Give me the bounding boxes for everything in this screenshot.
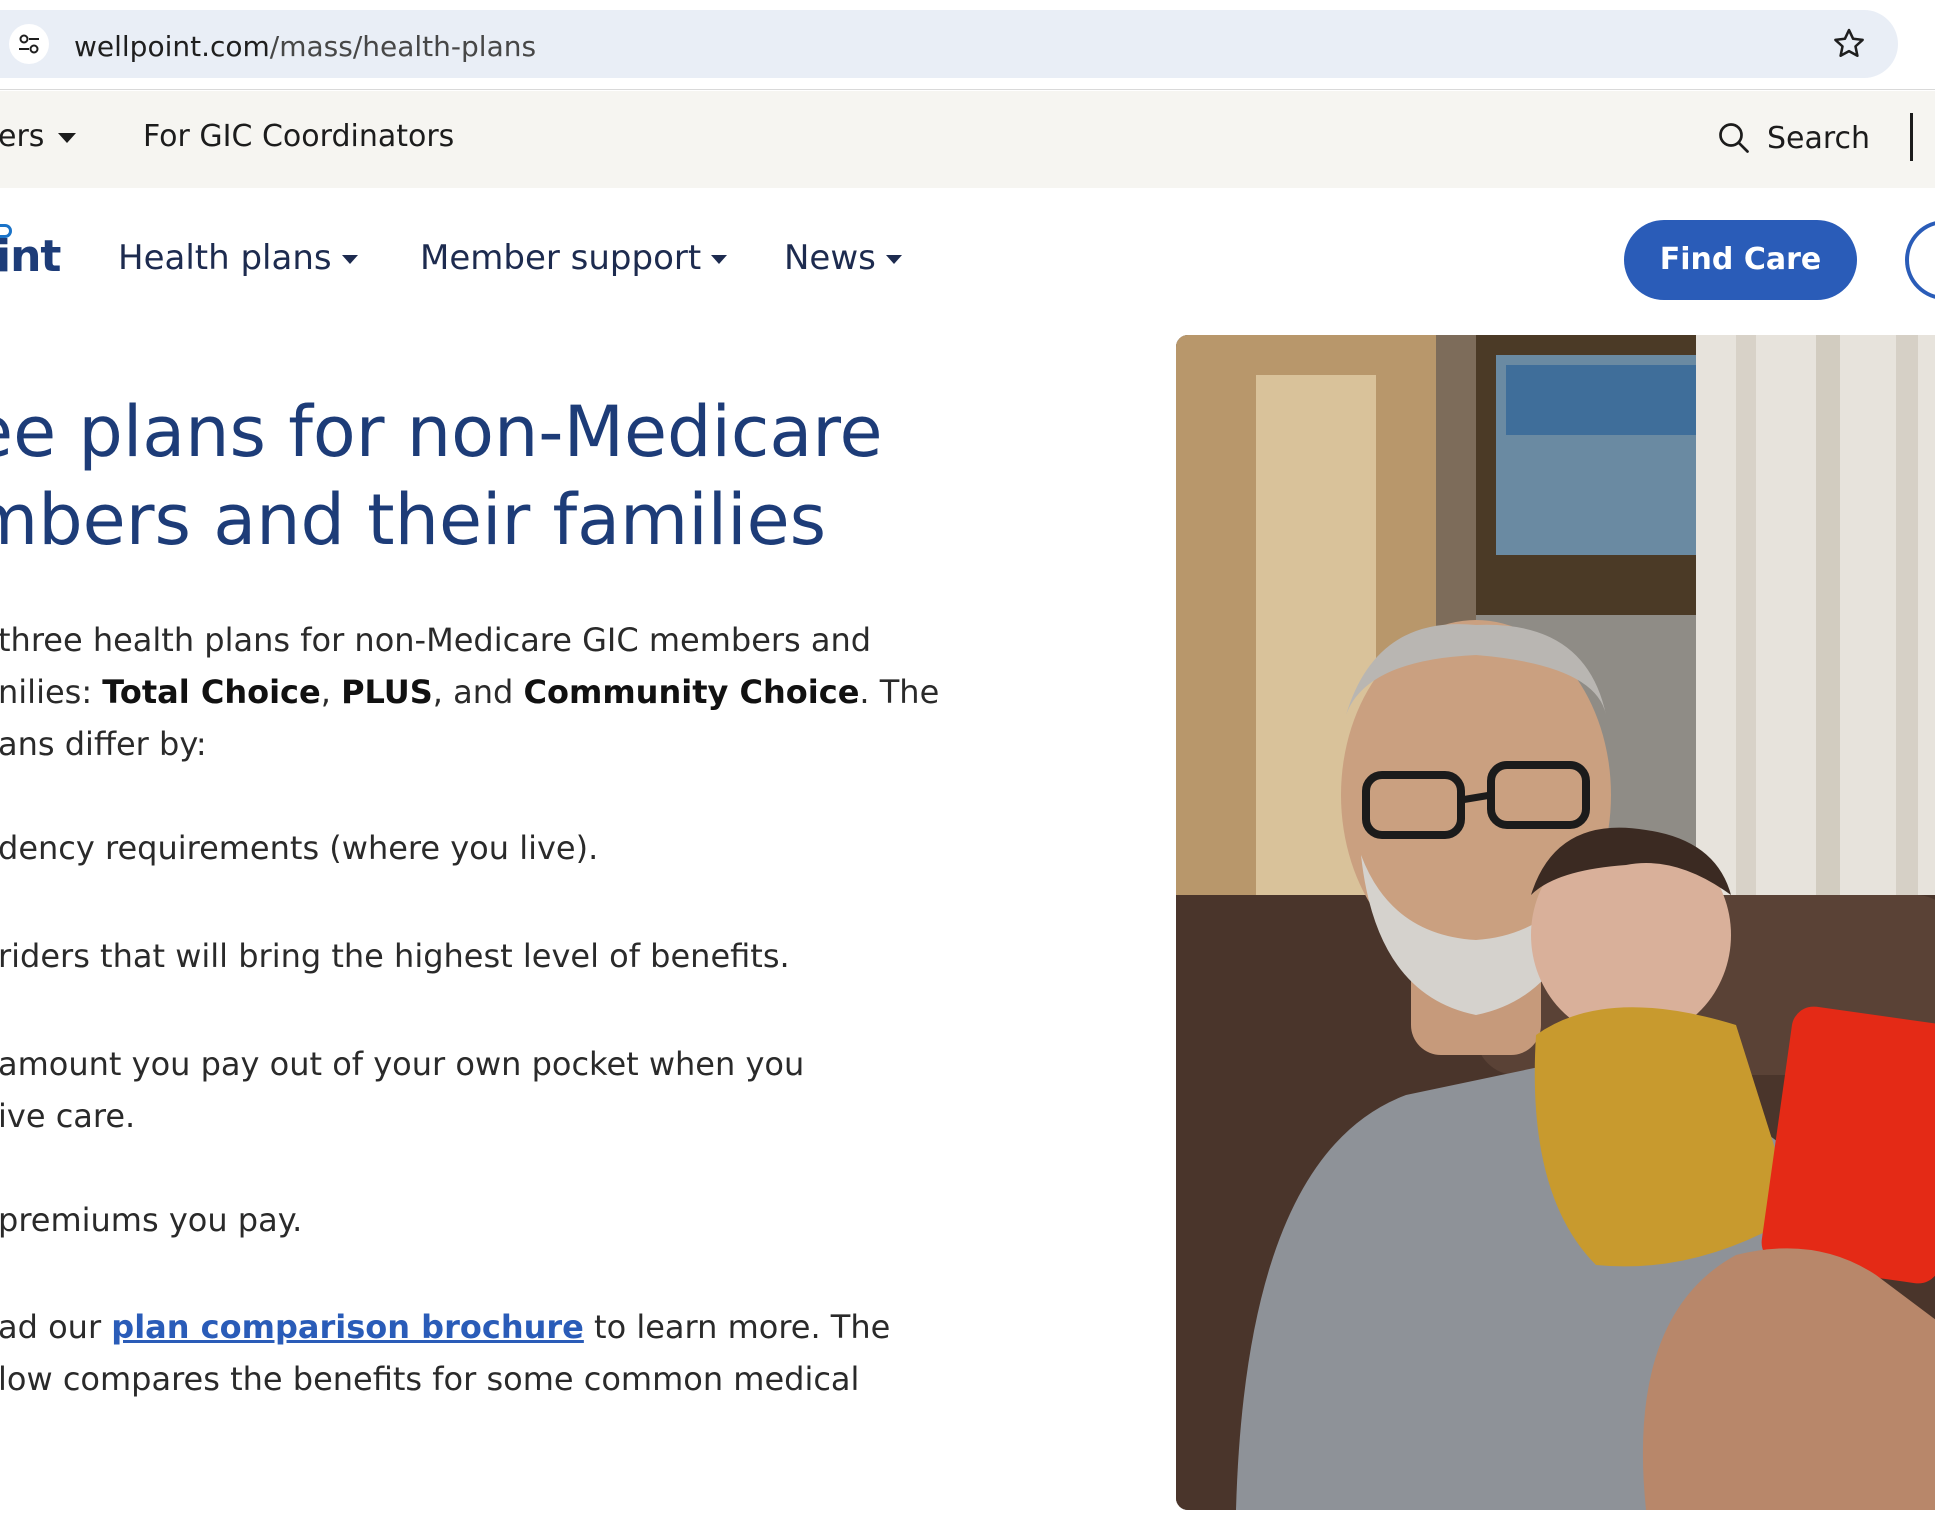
cta-text: ad our [0, 1308, 112, 1346]
nav-news-label: News [784, 238, 876, 278]
hero-photo [1176, 335, 1935, 1510]
search-label: Search [1767, 121, 1871, 156]
intro-paragraph-line: ans differ by: [0, 725, 207, 763]
cta-paragraph-line: ad our plan comparison brochure to learn… [0, 1301, 890, 1353]
url-text[interactable]: wellpoint.com/mass/health-plans [74, 30, 536, 63]
url-host: wellpoint.com [74, 30, 270, 63]
plan-name-community-choice: Community Choice [523, 673, 860, 711]
intro-text: nilies: [0, 673, 103, 711]
list-item: amount you pay out of your own pocket wh… [0, 1045, 805, 1083]
intro-paragraph-line: nilies: Total Choice, PLUS, and Communit… [0, 666, 939, 718]
cta-text: to learn more. The [583, 1308, 891, 1346]
utility-divider [1910, 113, 1913, 161]
chevron-down-icon [885, 255, 902, 264]
intro-text: , and [432, 673, 524, 711]
chevron-down-icon [711, 255, 728, 264]
page-title: ee plans for non-Medicare mbers and thei… [0, 388, 1090, 564]
find-care-button[interactable]: Find Care [1624, 220, 1857, 300]
intro-paragraph-line: three health plans for non-Medicare GIC … [0, 621, 872, 659]
plan-name-total-choice: Total Choice [102, 673, 321, 711]
list-item: riders that will bring the highest level… [0, 937, 790, 975]
search-icon [1719, 123, 1749, 153]
url-path: /mass/health-plans [269, 30, 537, 63]
address-bar[interactable]: wellpoint.com/mass/health-plans [0, 10, 1898, 78]
nav-member-support-label: Member support [420, 238, 702, 278]
nav-news[interactable]: News [784, 238, 902, 278]
site-info-icon[interactable] [9, 24, 49, 64]
nav-member-support[interactable]: Member support [420, 238, 728, 278]
page-title-line: ee plans for non-Medicare [0, 391, 883, 473]
members-menu-label: ers [0, 119, 45, 154]
plan-name-plus: PLUS [341, 673, 433, 711]
nav-health-plans[interactable]: Health plans [118, 238, 358, 278]
list-item: dency requirements (where you live). [0, 829, 599, 867]
wellpoint-logo[interactable]: int [0, 231, 61, 282]
members-menu[interactable]: ers [0, 119, 77, 154]
plan-comparison-brochure-link[interactable]: plan comparison brochure [111, 1308, 584, 1346]
utility-bar: ers For GIC Coordinators [0, 91, 1935, 188]
list-item: premiums you pay. [0, 1201, 303, 1239]
gic-coordinators-link[interactable]: For GIC Coordinators [143, 119, 454, 154]
chevron-down-icon [341, 255, 358, 264]
chevron-down-icon [58, 132, 77, 143]
browser-toolbar: wellpoint.com/mass/health-plans [0, 0, 1935, 90]
page-title-line: mbers and their families [0, 479, 827, 561]
logo-text: int [0, 231, 61, 282]
list-item: ive care. [0, 1097, 136, 1135]
star-icon[interactable] [1830, 25, 1868, 63]
intro-text: , [320, 673, 342, 711]
intro-text: . The [859, 673, 940, 711]
nav-health-plans-label: Health plans [118, 238, 332, 278]
cta-paragraph-line: low compares the benefits for some commo… [0, 1360, 860, 1398]
